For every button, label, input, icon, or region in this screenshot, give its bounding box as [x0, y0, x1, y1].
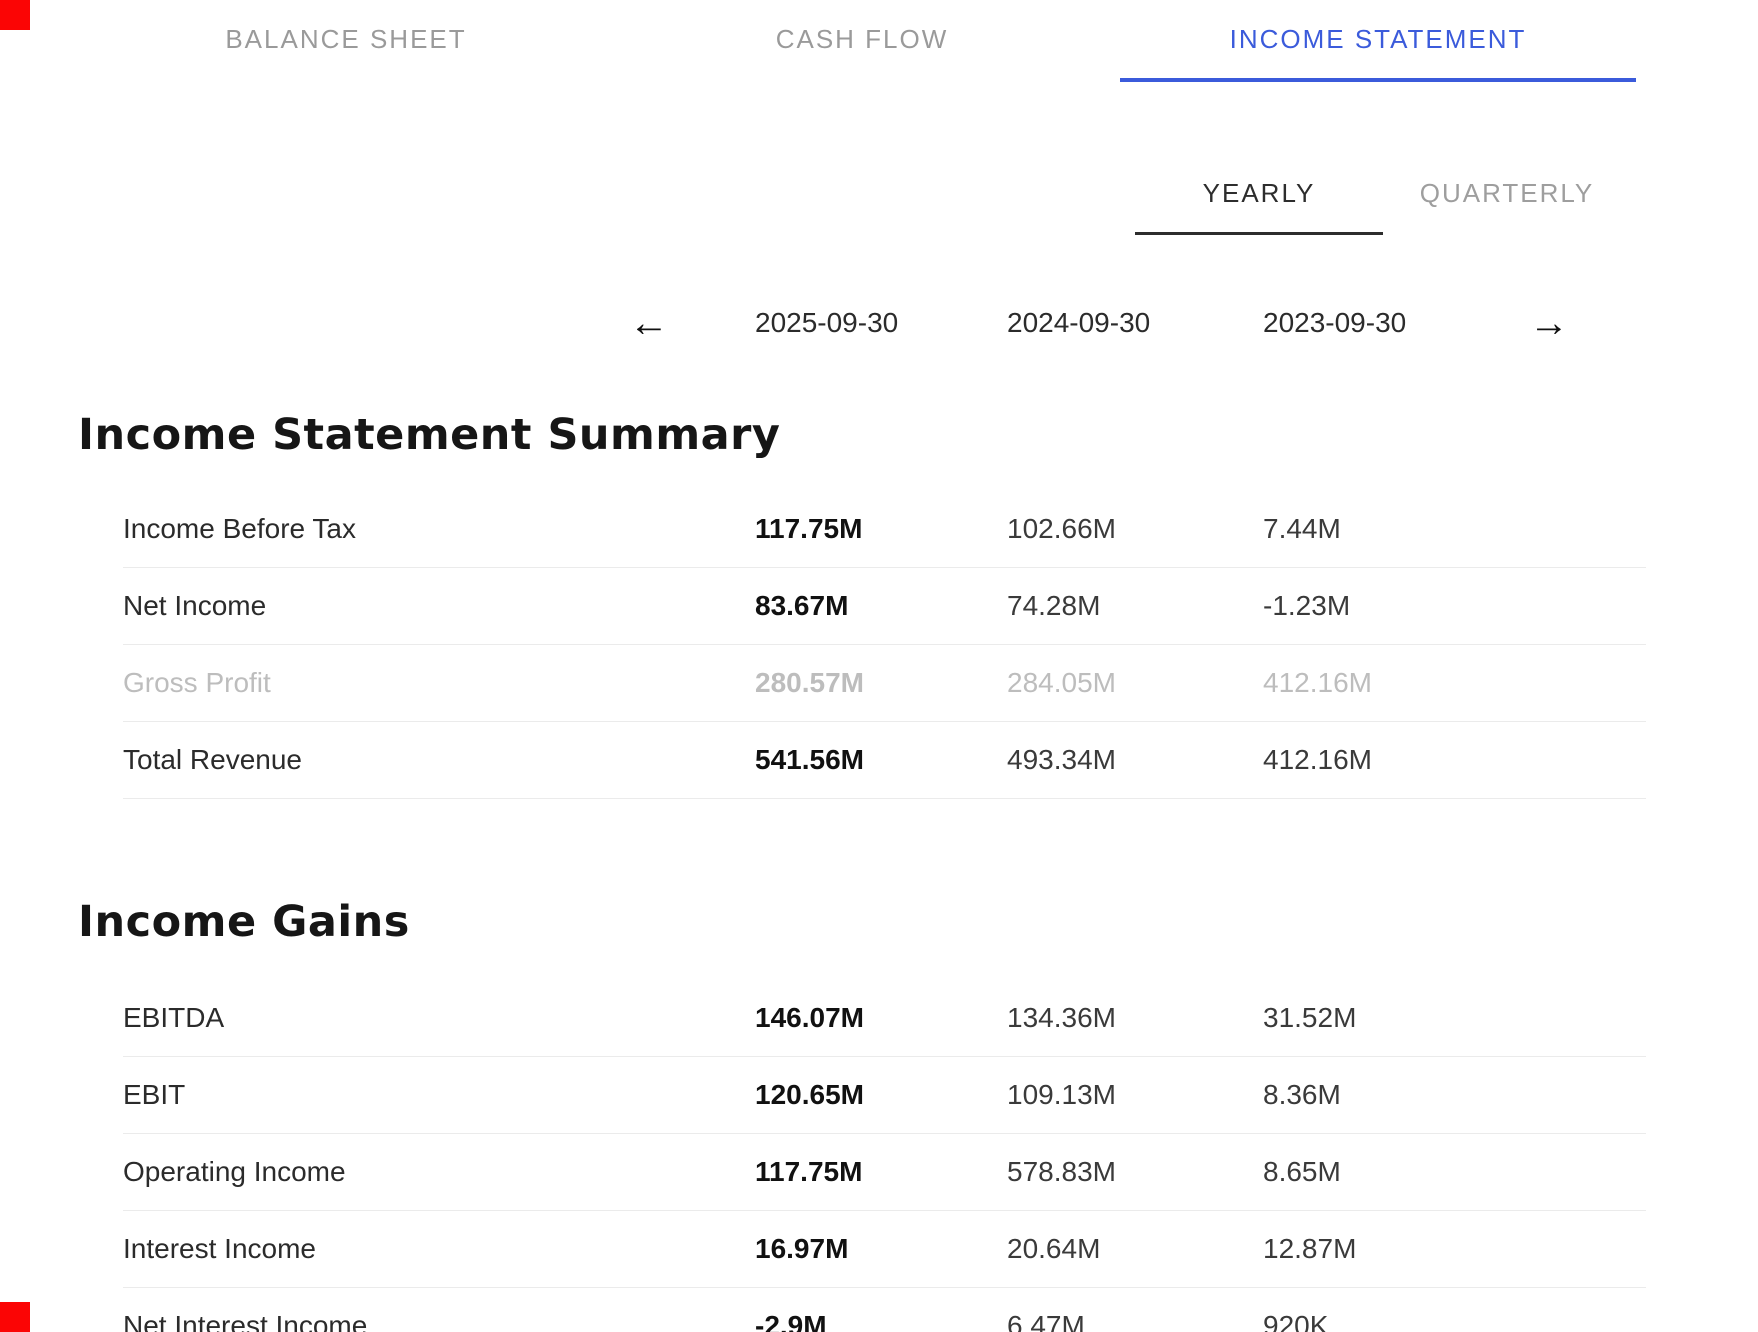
table-row-ebit[interactable]: EBIT 120.65M 109.13M 8.36M	[123, 1057, 1646, 1134]
date-column-2023: 2023-09-30	[1263, 307, 1523, 339]
section-title-income-gains: Income Gains	[78, 896, 1758, 948]
row-value-2023: 12.87M	[1263, 1233, 1523, 1265]
period-tab-quarterly[interactable]: QUARTERLY	[1383, 180, 1631, 235]
row-value-2024: 134.36M	[1007, 1002, 1263, 1034]
row-value-2024: 493.34M	[1007, 744, 1263, 776]
period-toggle: YEARLY QUARTERLY	[0, 180, 1758, 235]
screen-corner-marker-top	[0, 0, 30, 30]
row-value-2023: 8.36M	[1263, 1079, 1523, 1111]
row-value-2024: 6.47M	[1007, 1310, 1263, 1332]
gains-table: EBITDA 146.07M 134.36M 31.52M EBIT 120.6…	[123, 980, 1646, 1332]
date-nav-next-cell: →	[1523, 303, 1646, 343]
table-row-net-interest-income[interactable]: Net Interest Income -2.9M 6.47M 920K	[123, 1288, 1646, 1332]
row-value-2024: 284.05M	[1007, 667, 1263, 699]
row-value-2023: 412.16M	[1263, 744, 1523, 776]
row-value-2025: 280.57M	[755, 667, 1007, 699]
date-column-2025: 2025-09-30	[755, 307, 1007, 339]
row-value-2023: -1.23M	[1263, 590, 1523, 622]
table-row-gross-profit[interactable]: Gross Profit 280.57M 284.05M 412.16M	[123, 645, 1646, 722]
date-column-2024: 2024-09-30	[1007, 307, 1263, 339]
date-header: ← 2025-09-30 2024-09-30 2023-09-30 →	[123, 297, 1646, 349]
screen-corner-marker-bottom	[0, 1302, 30, 1332]
summary-table: Income Before Tax 117.75M 102.66M 7.44M …	[123, 491, 1646, 799]
table-row-interest-income[interactable]: Interest Income 16.97M 20.64M 12.87M	[123, 1211, 1646, 1288]
row-value-2024: 74.28M	[1007, 590, 1263, 622]
row-value-2023: 412.16M	[1263, 667, 1523, 699]
row-value-2025: 83.67M	[755, 590, 1007, 622]
tab-balance-sheet[interactable]: BALANCE SHEET	[88, 0, 604, 82]
section-title-income-statement-summary: Income Statement Summary	[78, 409, 1758, 461]
row-value-2024: 20.64M	[1007, 1233, 1263, 1265]
row-value-2023: 31.52M	[1263, 1002, 1523, 1034]
date-nav-prev-cell: ←	[123, 303, 755, 343]
row-value-2025: 541.56M	[755, 744, 1007, 776]
arrow-right-icon[interactable]: →	[1529, 303, 1569, 343]
row-value-2025: 117.75M	[755, 513, 1007, 545]
row-value-2024: 102.66M	[1007, 513, 1263, 545]
table-row-total-revenue[interactable]: Total Revenue 541.56M 493.34M 412.16M	[123, 722, 1646, 799]
row-value-2023: 920K	[1263, 1310, 1523, 1332]
row-label: EBITDA	[123, 1002, 755, 1034]
row-label: Gross Profit	[123, 667, 755, 699]
row-value-2023: 8.65M	[1263, 1156, 1523, 1188]
income-statement-page: BALANCE SHEET CASH FLOW INCOME STATEMENT…	[0, 0, 1758, 1332]
table-row-income-before-tax[interactable]: Income Before Tax 117.75M 102.66M 7.44M	[123, 491, 1646, 568]
table-row-net-income[interactable]: Net Income 83.67M 74.28M -1.23M	[123, 568, 1646, 645]
row-value-2024: 109.13M	[1007, 1079, 1263, 1111]
tab-cash-flow[interactable]: CASH FLOW	[604, 0, 1120, 82]
row-label: Interest Income	[123, 1233, 755, 1265]
row-value-2025: 120.65M	[755, 1079, 1007, 1111]
table-row-ebitda[interactable]: EBITDA 146.07M 134.36M 31.52M	[123, 980, 1646, 1057]
statement-tabs: BALANCE SHEET CASH FLOW INCOME STATEMENT	[88, 0, 1636, 82]
row-value-2025: 117.75M	[755, 1156, 1007, 1188]
row-value-2025: -2.9M	[755, 1310, 1007, 1332]
row-label: Net Interest Income	[123, 1310, 755, 1332]
row-label: Income Before Tax	[123, 513, 755, 545]
row-label: Total Revenue	[123, 744, 755, 776]
row-label: Net Income	[123, 590, 755, 622]
arrow-left-icon[interactable]: ←	[629, 303, 669, 343]
tab-income-statement[interactable]: INCOME STATEMENT	[1120, 0, 1636, 82]
row-value-2025: 16.97M	[755, 1233, 1007, 1265]
row-value-2023: 7.44M	[1263, 513, 1523, 545]
period-tab-yearly[interactable]: YEARLY	[1135, 180, 1383, 235]
row-value-2024: 578.83M	[1007, 1156, 1263, 1188]
row-label: Operating Income	[123, 1156, 755, 1188]
table-row-operating-income[interactable]: Operating Income 117.75M 578.83M 8.65M	[123, 1134, 1646, 1211]
row-label: EBIT	[123, 1079, 755, 1111]
row-value-2025: 146.07M	[755, 1002, 1007, 1034]
